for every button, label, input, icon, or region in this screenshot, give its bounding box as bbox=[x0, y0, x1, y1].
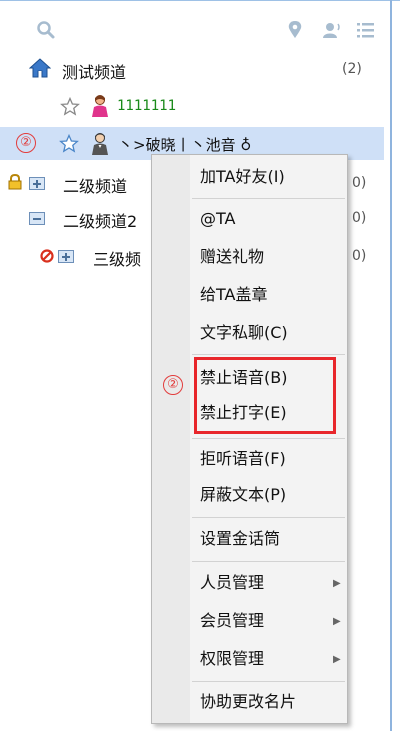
menu-separator bbox=[192, 198, 345, 199]
menu-item-edit-card[interactable]: 协助更改名片 bbox=[200, 692, 296, 712]
user-context-menu: 加TA好友(I) @TA 赠送礼物 给TA盖章 文字私聊(C) ② 禁止语音(B… bbox=[151, 154, 348, 724]
expand-channel-icon[interactable] bbox=[58, 250, 74, 263]
star-outline-icon bbox=[60, 96, 80, 121]
menu-separator bbox=[192, 438, 345, 439]
menu-item-staff-manage[interactable]: 人员管理 bbox=[200, 573, 264, 593]
highlight-box bbox=[194, 357, 336, 434]
member-count: 0) bbox=[352, 210, 367, 226]
menu-item-private-chat[interactable]: 文字私聊(C) bbox=[200, 323, 288, 343]
member-count: (2) bbox=[342, 61, 362, 77]
expand-channel-icon[interactable] bbox=[29, 177, 45, 190]
menu-item-reject-voice[interactable]: 拒听语音(F) bbox=[200, 449, 286, 469]
list-menu-icon[interactable] bbox=[356, 20, 376, 44]
channel-name: 三级频 bbox=[93, 250, 142, 269]
submenu-arrow-icon: ▶ bbox=[333, 578, 341, 589]
menu-icon-gutter bbox=[152, 155, 190, 723]
collapse-channel-icon[interactable] bbox=[29, 212, 45, 225]
step-marker: ② bbox=[163, 375, 183, 395]
search-icon[interactable] bbox=[36, 20, 56, 44]
member-count: 0) bbox=[352, 248, 367, 264]
menu-separator bbox=[192, 517, 345, 518]
menu-item-member-manage[interactable]: 会员管理 bbox=[200, 611, 264, 631]
menu-item-send-gift[interactable]: 赠送礼物 bbox=[200, 247, 264, 267]
menu-separator bbox=[192, 681, 345, 682]
location-pin-icon[interactable] bbox=[287, 20, 303, 44]
home-icon bbox=[28, 58, 52, 82]
user-name: 丶>破晓丨丶池音 ♁ bbox=[118, 136, 252, 154]
female-avatar-icon bbox=[90, 94, 110, 122]
menu-separator bbox=[192, 561, 345, 562]
channel-name: 测试频道 bbox=[62, 63, 127, 82]
user-name: 1111111 bbox=[117, 98, 177, 114]
menu-item-add-friend[interactable]: 加TA好友(I) bbox=[200, 167, 285, 187]
male-avatar-icon bbox=[90, 132, 110, 160]
channel-panel: 测试频道 (2) 1111111 ② 丶>破晓丨丶池音 ♁ 二级频道 0) 二级… bbox=[0, 0, 400, 731]
submenu-arrow-icon: ▶ bbox=[333, 616, 341, 627]
forbidden-icon bbox=[40, 248, 54, 267]
menu-item-block-text[interactable]: 屏蔽文本(P) bbox=[200, 485, 286, 505]
star-outline-icon bbox=[59, 133, 79, 158]
channel-name: 二级频道 bbox=[63, 177, 128, 196]
menu-item-permission-manage[interactable]: 权限管理 bbox=[200, 649, 264, 669]
member-count: 0) bbox=[352, 175, 367, 191]
panel-right-border bbox=[390, 0, 392, 731]
menu-item-mention[interactable]: @TA bbox=[200, 209, 235, 229]
user-voice-icon[interactable] bbox=[322, 20, 342, 44]
channel-row-root[interactable]: 测试频道 (2) bbox=[0, 54, 384, 84]
menu-item-stamp[interactable]: 给TA盖章 bbox=[200, 285, 267, 305]
top-border bbox=[0, 0, 400, 1]
submenu-arrow-icon: ▶ bbox=[333, 654, 341, 665]
lock-icon bbox=[8, 173, 22, 194]
menu-item-gold-mic[interactable]: 设置金话筒 bbox=[200, 529, 280, 549]
user-row[interactable]: 1111111 bbox=[0, 92, 384, 122]
step-marker: ② bbox=[16, 133, 36, 153]
channel-name: 二级频道2 bbox=[63, 212, 138, 231]
menu-separator bbox=[192, 354, 345, 355]
